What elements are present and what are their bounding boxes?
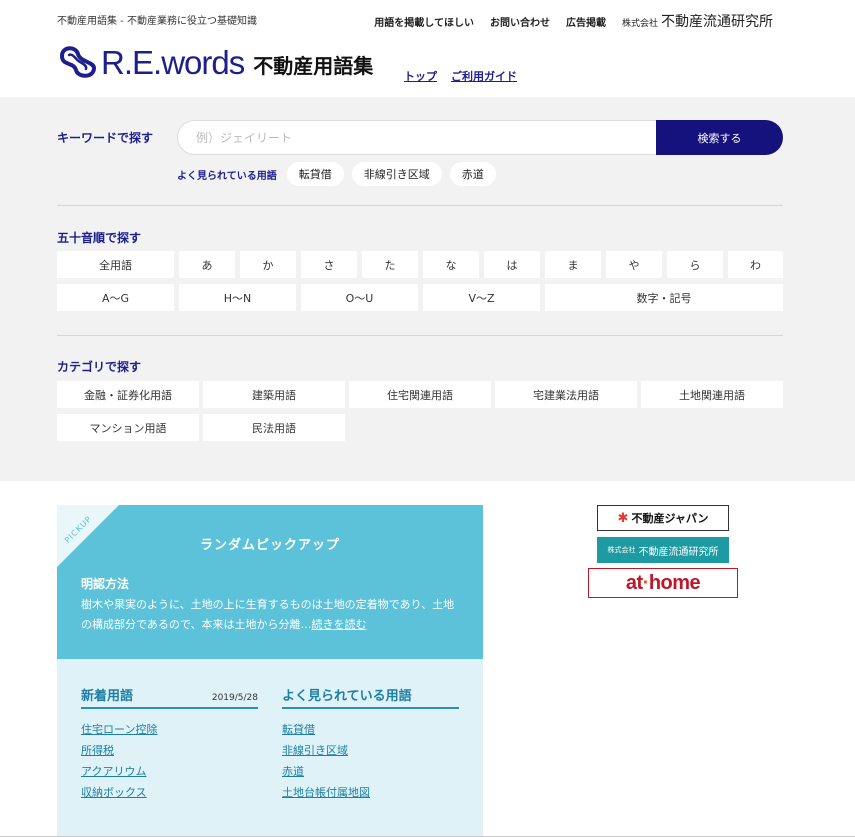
- numbers-symbols[interactable]: 数字・記号: [545, 284, 783, 311]
- category-civil-law[interactable]: 民法用語: [203, 414, 345, 441]
- list-item: 住宅ローン控除: [81, 719, 258, 740]
- athome-text-home: home: [648, 571, 701, 594]
- popular-term-pill[interactable]: 赤道: [449, 162, 496, 186]
- pickup-description-text: 樹木や果実のように、土地の上に生育するものは土地の定着物であり、土地の構成部分で…: [81, 598, 455, 631]
- list-item: 収納ボックス: [81, 782, 258, 803]
- random-pickup-card: PICKUP ランダムピックアップ 明認方法 樹木や果実のように、土地の上に生育…: [57, 505, 483, 659]
- site-tagline: 不動産用語集 - 不動産業務に役立つ基礎知識: [57, 16, 257, 27]
- category-architecture[interactable]: 建築用語: [203, 381, 345, 408]
- list-item: 所得税: [81, 740, 258, 761]
- popular-terms-title: よく見られている用語: [282, 689, 412, 704]
- read-more-link[interactable]: 続きを読む: [311, 618, 366, 631]
- logo-re: R.E.: [101, 43, 162, 81]
- section-divider: [57, 335, 783, 336]
- popular-terms-header: よく見られている用語: [282, 685, 459, 709]
- company-logo-link[interactable]: 株式会社 不動産流通研究所: [622, 11, 773, 31]
- popular-terms-label: よく見られている用語: [177, 170, 277, 182]
- gojuon-ra[interactable]: ら: [667, 251, 723, 278]
- popular-terms-list: 転貸借 非線引き区域 赤道 土地台帳付属地図: [282, 719, 459, 803]
- main-nav: トップ ご利用ガイド: [404, 68, 517, 84]
- gojuon-sa[interactable]: さ: [301, 251, 357, 278]
- popular-term-link[interactable]: 非線引き区域: [282, 744, 348, 757]
- nav-top-link[interactable]: トップ: [404, 68, 437, 84]
- contact-link[interactable]: お問い合わせ: [490, 14, 550, 29]
- list-item: 転貸借: [282, 719, 459, 740]
- new-term-link[interactable]: アクアリウム: [81, 765, 146, 778]
- popular-terms-row: よく見られている用語 転貸借 非線引き区域 赤道: [177, 162, 496, 186]
- popular-terms-column: よく見られている用語 転貸借 非線引き区域 赤道 土地台帳付属地図: [282, 685, 459, 803]
- company-name: 不動産流通研究所: [661, 14, 773, 30]
- keyword-search-label: キーワードで探す: [57, 131, 154, 145]
- fudosan-ryutsu-banner[interactable]: 株式会社 不動産流通研究所: [597, 537, 729, 563]
- new-terms-date: 2019/5/28: [211, 693, 258, 703]
- logo-subtitle: 不動産用語集: [253, 53, 374, 78]
- logo-words: words: [161, 43, 245, 81]
- new-terms-list: 住宅ローン控除 所得税 アクアリウム 収納ボックス: [81, 719, 258, 803]
- content-section: PICKUP ランダムピックアップ 明認方法 樹木や果実のように、土地の上に生育…: [0, 481, 855, 837]
- list-item: 土地台帳付属地図: [282, 782, 459, 803]
- header-links: 用語を掲載してほしい お問い合わせ 広告掲載 株式会社 不動産流通研究所: [374, 11, 773, 31]
- popular-term-link[interactable]: 転貸借: [282, 723, 315, 736]
- alpha-a-g[interactable]: A～G: [57, 284, 174, 311]
- new-term-link[interactable]: 住宅ローン控除: [81, 723, 157, 736]
- category-finance[interactable]: 金融・証券化用語: [57, 381, 199, 408]
- gojuon-na[interactable]: な: [423, 251, 479, 278]
- gojuon-ka[interactable]: か: [240, 251, 296, 278]
- request-term-link[interactable]: 用語を掲載してほしい: [374, 14, 474, 29]
- banner-company-prefix: 株式会社: [607, 546, 636, 554]
- athome-text-at: at: [625, 571, 643, 594]
- pickup-description: 樹木や果実のように、土地の上に生育するものは土地の定着物であり、土地の構成部分で…: [81, 595, 461, 635]
- alpha-o-u[interactable]: O～U: [301, 284, 418, 311]
- advertise-link[interactable]: 広告掲載: [566, 14, 606, 29]
- new-terms-header: 新着用語 2019/5/28: [81, 685, 258, 709]
- alpha-v-z[interactable]: V～Z: [423, 284, 540, 311]
- site-logo[interactable]: R.E.words 不動産用語集: [56, 44, 373, 80]
- category-title: カテゴリで探す: [57, 360, 142, 374]
- gojuon-title: 五十音順で探す: [57, 231, 142, 245]
- popular-term-link[interactable]: 土地台帳付属地図: [282, 786, 370, 799]
- company-prefix: 株式会社: [621, 19, 658, 29]
- alpha-h-n[interactable]: H～N: [179, 284, 296, 311]
- new-term-link[interactable]: 所得税: [81, 744, 114, 757]
- banner-company-name: 不動産流通研究所: [638, 546, 719, 558]
- list-item: 非線引き区域: [282, 740, 459, 761]
- popular-term-pill[interactable]: 非線引き区域: [351, 162, 442, 186]
- new-terms-column: 新着用語 2019/5/28 住宅ローン控除 所得税 アクアリウム 収納ボックス: [81, 685, 258, 803]
- new-term-link[interactable]: 収納ボックス: [81, 786, 147, 799]
- site-header: 不動産用語集 - 不動産業務に役立つ基礎知識 用語を掲載してほしい お問い合わせ…: [0, 0, 855, 97]
- fudosan-japan-text: 不動産ジャパン: [631, 512, 709, 525]
- category-mansion[interactable]: マンション用語: [57, 414, 199, 441]
- category-real-estate-law[interactable]: 宅建業法用語: [495, 381, 637, 408]
- asterisk-logo-icon: ✱: [617, 510, 629, 526]
- category-land[interactable]: 土地関連用語: [641, 381, 783, 408]
- logo-mark-icon: [60, 46, 96, 78]
- list-item: アクアリウム: [81, 761, 258, 782]
- gojuon-all[interactable]: 全用語: [57, 251, 174, 278]
- pickup-term: 明認方法: [81, 577, 130, 591]
- nav-guide-link[interactable]: ご利用ガイド: [451, 68, 517, 84]
- gojuon-wa[interactable]: わ: [728, 251, 783, 278]
- gojuon-ya[interactable]: や: [606, 251, 662, 278]
- fudosan-japan-banner[interactable]: ✱ 不動産ジャパン: [597, 505, 729, 531]
- section-divider: [57, 205, 783, 206]
- gojuon-a[interactable]: あ: [179, 251, 235, 278]
- popular-term-link[interactable]: 赤道: [282, 765, 304, 778]
- gojuon-ha[interactable]: は: [484, 251, 540, 278]
- new-terms-title: 新着用語: [81, 689, 134, 704]
- category-housing[interactable]: 住宅関連用語: [349, 381, 491, 408]
- search-button[interactable]: 検索する: [656, 120, 783, 155]
- term-lists: 新着用語 2019/5/28 住宅ローン控除 所得税 アクアリウム 収納ボックス…: [57, 659, 483, 837]
- pickup-heading: ランダムピックアップ: [199, 538, 340, 553]
- gojuon-ta[interactable]: た: [362, 251, 418, 278]
- list-item: 赤道: [282, 761, 459, 782]
- popular-term-pill[interactable]: 転貸借: [286, 162, 344, 186]
- search-input[interactable]: [177, 120, 657, 155]
- athome-banner[interactable]: at · home: [588, 568, 738, 598]
- logo-text: R.E.words: [101, 43, 245, 81]
- search-panel: キーワードで探す 検索する よく見られている用語 転貸借 非線引き区域 赤道 五…: [0, 97, 855, 481]
- gojuon-ma[interactable]: ま: [545, 251, 601, 278]
